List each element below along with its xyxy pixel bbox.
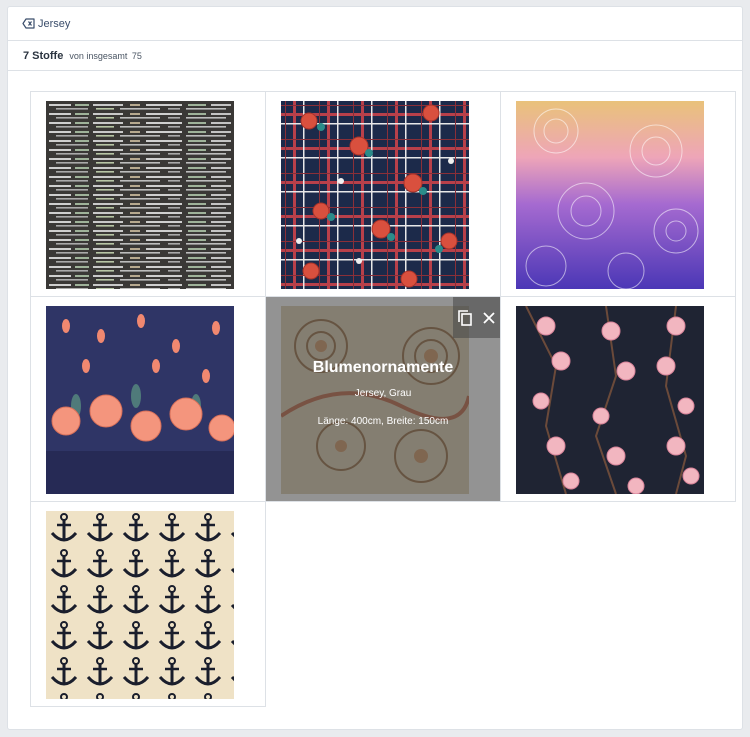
result-summary: 7 Stoffe von insgesamt 75 [8, 41, 742, 71]
fabric-swatch [46, 101, 234, 289]
filter-chip-jersey[interactable]: Jersey [22, 18, 70, 30]
fabric-swatch [516, 306, 704, 494]
result-total: von insgesamt 75 [67, 51, 142, 61]
total-label: von insgesamt [69, 50, 128, 61]
fabric-grid: Blumenornamente Jersey, Grau Länge: 400c… [15, 91, 736, 709]
copy-icon[interactable] [457, 309, 473, 327]
fabric-tile-pink-flower-border[interactable] [30, 296, 266, 502]
fabric-tile-cherry-blossom[interactable] [500, 296, 736, 502]
close-icon[interactable] [482, 311, 496, 325]
filter-chip-label: Jersey [38, 17, 71, 30]
fabric-tile-mandala-gradient[interactable] [500, 91, 736, 297]
total-value: 75 [131, 50, 142, 61]
fabric-tile-anchors[interactable] [30, 501, 266, 707]
fabric-material: Jersey, Grau [354, 388, 412, 399]
fabric-swatch [281, 101, 469, 289]
backspace-icon [22, 18, 35, 29]
fabric-tile-tartan-roses[interactable] [265, 91, 501, 297]
fabric-dimensions: Länge: 400cm, Breite: 150cm [317, 416, 449, 427]
fabric-swatch [46, 306, 234, 494]
fabric-title: Blumenornamente [312, 359, 454, 376]
tile-toolbar [453, 297, 500, 338]
fabric-tile-code-print[interactable] [30, 91, 266, 297]
fabric-swatch [46, 511, 234, 699]
fabric-swatch [516, 101, 704, 289]
result-count: 7 Stoffe [23, 49, 64, 62]
fabric-hover-overlay: Blumenornamente Jersey, Grau Länge: 400c… [266, 297, 500, 501]
filter-bar: Jersey [8, 7, 742, 41]
fabric-tile-blumenornamente[interactable]: Blumenornamente Jersey, Grau Länge: 400c… [265, 296, 501, 502]
